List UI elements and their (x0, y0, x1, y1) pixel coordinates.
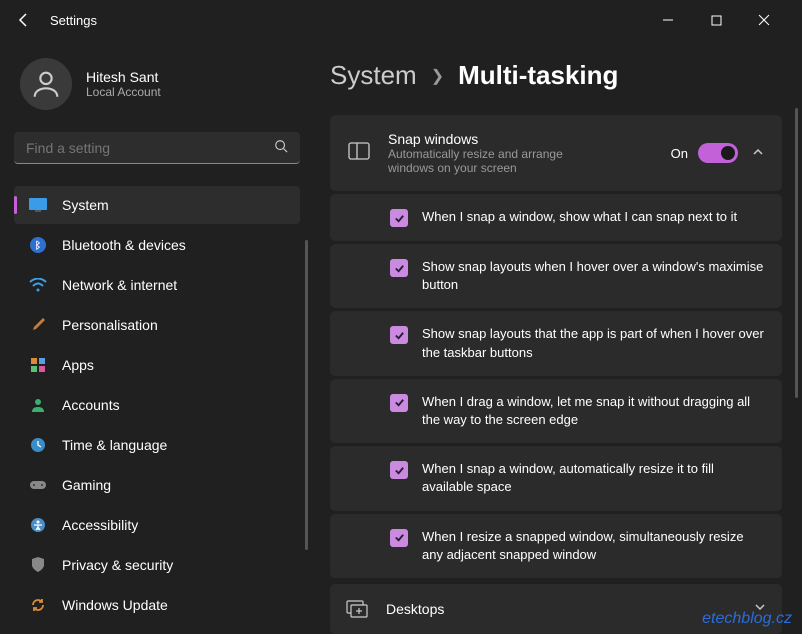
snap-windows-card[interactable]: Snap windows Automatically resize and ar… (330, 115, 782, 191)
profile-block[interactable]: Hitesh Sant Local Account (20, 58, 300, 110)
nav-item-apps[interactable]: Apps (14, 346, 300, 384)
main-scrollbar[interactable] (795, 108, 798, 398)
option-label: When I drag a window, let me snap it wit… (422, 393, 764, 429)
main-content: System ❯ Multi-tasking Snap windows Auto… (310, 40, 802, 634)
nav-item-accessibility[interactable]: Accessibility (14, 506, 300, 544)
nav-item-network[interactable]: Network & internet (14, 266, 300, 304)
nav-label: Apps (62, 357, 94, 373)
nav-label: Time & language (62, 437, 167, 453)
checkbox-icon[interactable] (390, 209, 408, 227)
snap-toggle[interactable] (698, 143, 738, 163)
nav-item-privacy[interactable]: Privacy & security (14, 546, 300, 584)
nav-label: Privacy & security (62, 557, 173, 573)
search-box[interactable] (14, 132, 300, 164)
snap-option-6[interactable]: When I resize a snapped window, simultan… (330, 514, 782, 578)
breadcrumb: System ❯ Multi-tasking (330, 60, 782, 91)
snap-option-5[interactable]: When I snap a window, automatically resi… (330, 446, 782, 510)
toggle-label: On (671, 146, 688, 161)
bluetooth-icon (28, 235, 48, 255)
option-label: When I snap a window, automatically resi… (422, 460, 764, 496)
option-label: Show snap layouts that the app is part o… (422, 325, 764, 361)
snap-option-2[interactable]: Show snap layouts when I hover over a wi… (330, 244, 782, 308)
option-label: When I snap a window, show what I can sn… (422, 208, 737, 226)
apps-icon (28, 355, 48, 375)
nav-item-time[interactable]: Time & language (14, 426, 300, 464)
profile-name: Hitesh Sant (86, 69, 161, 85)
nav-label: Personalisation (62, 317, 158, 333)
nav-item-update[interactable]: Windows Update (14, 586, 300, 624)
desktops-label: Desktops (386, 601, 754, 617)
nav-item-personalisation[interactable]: Personalisation (14, 306, 300, 344)
nav-list: System Bluetooth & devices Network & int… (14, 186, 300, 624)
minimize-button[interactable] (654, 6, 682, 34)
nav-label: Accounts (62, 397, 120, 413)
desktops-card[interactable]: Desktops (330, 584, 782, 634)
chevron-down-icon[interactable] (754, 601, 766, 616)
breadcrumb-current: Multi-tasking (458, 60, 618, 91)
nav-label: System (62, 197, 109, 213)
update-icon (28, 595, 48, 615)
snap-option-1[interactable]: When I snap a window, show what I can sn… (330, 194, 782, 241)
wifi-icon (28, 275, 48, 295)
snap-subtitle: Automatically resize and arrange windows… (388, 147, 568, 175)
display-icon (28, 195, 48, 215)
sidebar: Hitesh Sant Local Account System Bluetoo… (0, 40, 310, 634)
breadcrumb-parent[interactable]: System (330, 60, 417, 91)
checkbox-icon[interactable] (390, 461, 408, 479)
checkbox-icon[interactable] (390, 326, 408, 344)
nav-item-accounts[interactable]: Accounts (14, 386, 300, 424)
nav-label: Gaming (62, 477, 111, 493)
snap-layout-icon (348, 142, 370, 164)
titlebar: Settings (0, 0, 802, 40)
close-button[interactable] (750, 6, 778, 34)
brush-icon (28, 315, 48, 335)
profile-account-type: Local Account (86, 85, 161, 99)
accessibility-icon (28, 515, 48, 535)
desktops-icon (346, 598, 368, 620)
app-title: Settings (50, 13, 97, 28)
checkbox-icon[interactable] (390, 529, 408, 547)
nav-label: Network & internet (62, 277, 177, 293)
option-label: Show snap layouts when I hover over a wi… (422, 258, 764, 294)
nav-item-bluetooth[interactable]: Bluetooth & devices (14, 226, 300, 264)
back-button[interactable] (10, 6, 38, 34)
option-label: When I resize a snapped window, simultan… (422, 528, 764, 564)
chevron-right-icon: ❯ (431, 66, 444, 86)
snap-title: Snap windows (388, 131, 671, 147)
nav-label: Accessibility (62, 517, 138, 533)
shield-icon (28, 555, 48, 575)
search-input[interactable] (26, 140, 274, 156)
nav-item-system[interactable]: System (14, 186, 300, 224)
nav-label: Bluetooth & devices (62, 237, 186, 253)
person-icon (28, 395, 48, 415)
gaming-icon (28, 475, 48, 495)
snap-option-3[interactable]: Show snap layouts that the app is part o… (330, 311, 782, 375)
checkbox-icon[interactable] (390, 394, 408, 412)
snap-option-4[interactable]: When I drag a window, let me snap it wit… (330, 379, 782, 443)
maximize-button[interactable] (702, 6, 730, 34)
chevron-up-icon[interactable] (752, 146, 764, 161)
clock-icon (28, 435, 48, 455)
nav-label: Windows Update (62, 597, 168, 613)
avatar-icon (20, 58, 72, 110)
nav-item-gaming[interactable]: Gaming (14, 466, 300, 504)
search-icon (274, 139, 288, 156)
sidebar-scrollbar[interactable] (305, 240, 308, 550)
checkbox-icon[interactable] (390, 259, 408, 277)
